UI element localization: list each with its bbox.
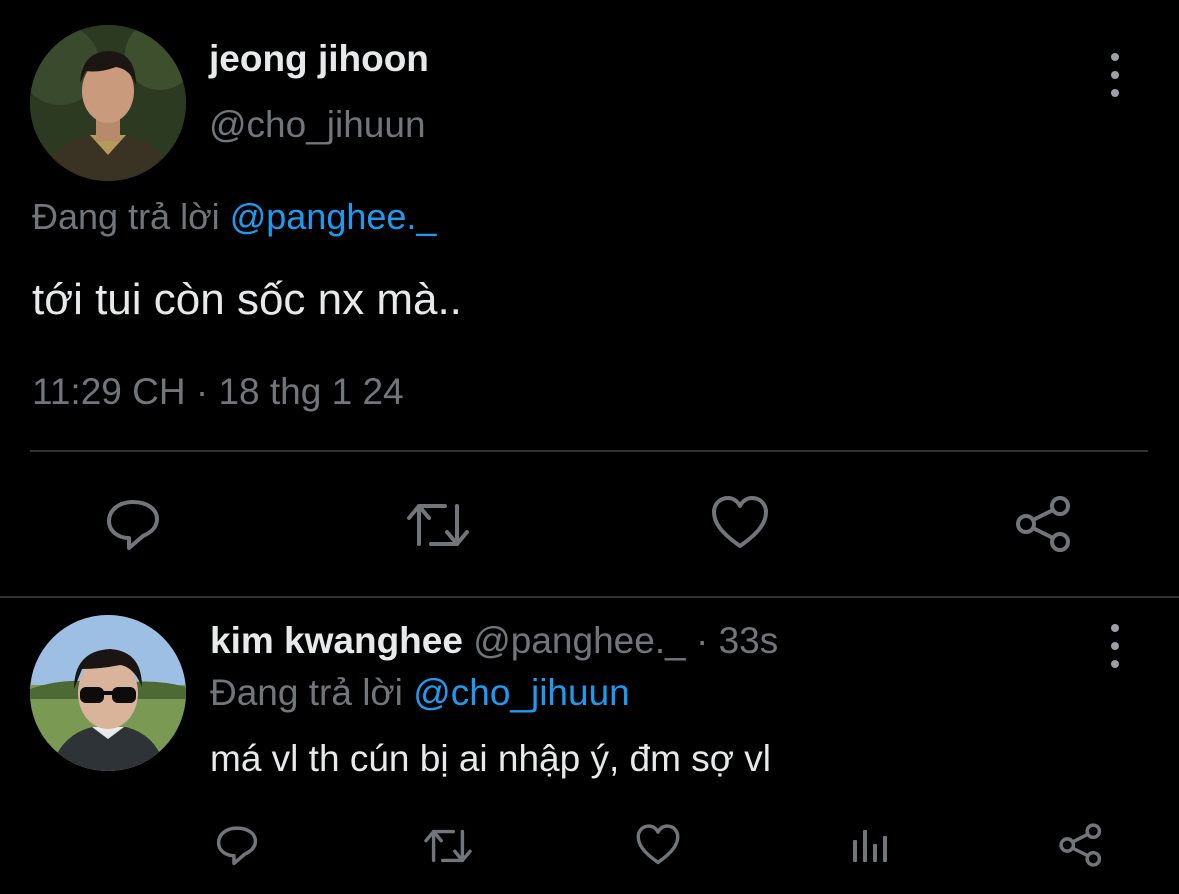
share-icon xyxy=(1016,496,1070,552)
divider xyxy=(30,450,1148,452)
tweet-text: má vl th cún bị ai nhập ý, đm sợ vl xyxy=(210,738,771,779)
share-icon xyxy=(1059,823,1102,867)
replying-prefix: Đang trả lời xyxy=(210,672,403,713)
avatar-photo xyxy=(30,615,186,771)
avatar[interactable] xyxy=(30,615,186,771)
tweet-age: 33s xyxy=(718,620,779,661)
author-handle[interactable]: @cho_jihuun xyxy=(209,104,426,146)
retweet-button[interactable] xyxy=(405,496,471,554)
tweet-date[interactable]: 18 thg 1 24 xyxy=(218,371,403,412)
tweet-meta: 11:29 CH · 18 thg 1 24 xyxy=(32,371,404,413)
analytics-icon xyxy=(853,830,887,862)
more-dot xyxy=(1111,624,1119,632)
heart-icon xyxy=(712,496,768,548)
meta-separator: · xyxy=(695,620,709,661)
replying-prefix: Đang trả lời xyxy=(32,196,220,237)
reply-icon xyxy=(107,500,159,550)
replying-to-line: Đang trả lời @cho_jihuun xyxy=(210,672,630,714)
more-options-button[interactable] xyxy=(1105,53,1125,97)
retweet-icon xyxy=(407,504,469,546)
more-options-button[interactable] xyxy=(1105,624,1125,668)
author-name[interactable]: kim kwanghee xyxy=(210,620,463,661)
share-button[interactable] xyxy=(1058,822,1104,868)
retweet-icon xyxy=(424,829,472,863)
like-button[interactable] xyxy=(635,823,681,867)
more-dot xyxy=(1111,660,1119,668)
analytics-button[interactable] xyxy=(849,824,891,864)
retweet-button[interactable] xyxy=(422,824,474,868)
meta-separator: · xyxy=(195,371,209,412)
tweet-text: tới tui còn sốc nx mà.. xyxy=(32,275,462,324)
reply-button[interactable] xyxy=(214,822,260,868)
avatar[interactable] xyxy=(30,25,186,181)
author-handle[interactable]: @panghee._ xyxy=(473,620,685,661)
heart-icon xyxy=(636,824,680,865)
reply-button[interactable] xyxy=(103,494,163,554)
share-button[interactable] xyxy=(1014,494,1074,554)
main-tweet: jeong jihoon @cho_jihuun Đang trả lời @p… xyxy=(0,0,1179,596)
more-dot xyxy=(1111,89,1119,97)
avatar-photo xyxy=(30,25,186,181)
replying-to-line: Đang trả lời @panghee._ xyxy=(32,196,436,238)
divider xyxy=(0,596,1179,598)
more-dot xyxy=(1111,53,1119,61)
replying-to-mention[interactable]: @panghee._ xyxy=(230,196,437,237)
reply-header: kim kwanghee @panghee._ · 33s xyxy=(210,620,778,662)
tweet-time: 11:29 CH xyxy=(32,371,186,412)
more-dot xyxy=(1111,71,1119,79)
replying-to-mention[interactable]: @cho_jihuun xyxy=(413,672,630,713)
more-dot xyxy=(1111,642,1119,650)
author-name[interactable]: jeong jihoon xyxy=(209,38,429,80)
tweet-thread-view: jeong jihoon @cho_jihuun Đang trả lời @p… xyxy=(0,0,1179,894)
like-button[interactable] xyxy=(710,494,770,552)
reply-icon xyxy=(216,826,258,866)
